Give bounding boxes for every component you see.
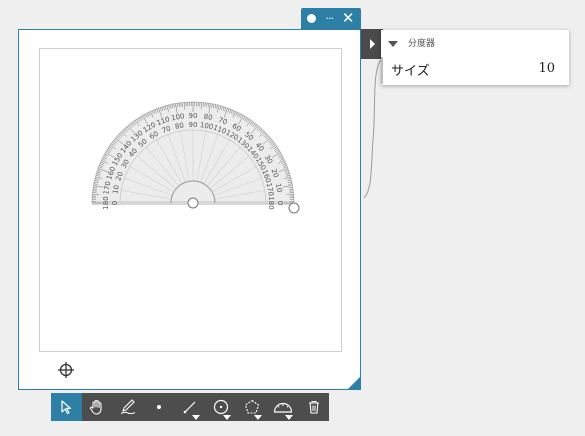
close-icon[interactable]: ✕: [342, 11, 355, 26]
circle-tool-button[interactable]: [205, 393, 236, 421]
delete-tool-button[interactable]: [298, 393, 329, 421]
point-tool-button[interactable]: [144, 393, 175, 421]
protractor-inner-label: 180: [267, 196, 275, 209]
more-icon[interactable]: ···: [325, 13, 333, 24]
protractor-outer-label: 90: [189, 112, 198, 120]
protractor-rotate-handle: [288, 202, 300, 214]
protractor[interactable]: 0102030405060708090100110120130140150160…: [40, 49, 343, 353]
panel-toggle-button[interactable]: [361, 29, 383, 59]
circle-icon: [213, 399, 228, 415]
protractor-outer-label: 0: [276, 201, 284, 205]
size-value[interactable]: 10: [538, 61, 555, 76]
dropdown-arrow-icon[interactable]: [192, 415, 201, 420]
section-header[interactable]: 分度器: [388, 36, 435, 49]
section-title: 分度器: [408, 39, 436, 49]
pen-icon: [120, 399, 136, 415]
protractor-outer-label: 10: [274, 183, 283, 193]
protractor-inner-label: 80: [174, 121, 184, 130]
pointer-icon: [61, 400, 72, 415]
window-title-tab[interactable]: ··· ✕: [301, 8, 361, 29]
protractor-inner-label: 10: [111, 184, 120, 194]
dropdown-arrow-icon[interactable]: [223, 415, 232, 420]
line-icon: [183, 401, 196, 414]
toolbar: [51, 393, 329, 421]
protractor-inner-label: 0: [111, 201, 119, 205]
chevron-right-icon: [369, 39, 375, 49]
polygon-tool-button[interactable]: [236, 393, 267, 421]
line-tool-button[interactable]: [175, 393, 206, 421]
protractor-center-handle: [187, 197, 199, 209]
pan-tool-button[interactable]: [82, 393, 113, 421]
pen-tool-button[interactable]: [113, 393, 144, 421]
resize-grip[interactable]: [348, 377, 360, 389]
divider: [381, 57, 383, 84]
size-label: サイズ: [391, 64, 430, 79]
chevron-down-icon[interactable]: [388, 41, 398, 47]
point-icon: [157, 405, 162, 409]
protractor-outer-label: 80: [203, 113, 213, 122]
select-tool-button[interactable]: [51, 393, 82, 421]
protractor-outer-label: 180: [102, 196, 110, 209]
dropdown-arrow-icon[interactable]: [254, 415, 263, 420]
protractor-icon: [273, 402, 292, 413]
dot-icon[interactable]: [307, 14, 317, 23]
drawing-canvas[interactable]: 0 10 20 30 40 50 60 70 80 90 100 110 120 130 140 150 160…: [39, 48, 342, 352]
hand-icon: [90, 399, 102, 415]
properties-panel: 分度器 サイズ 10: [381, 30, 569, 85]
protractor-inner-label: 90: [189, 121, 198, 129]
polygon-icon: [244, 399, 259, 414]
protractor-tool-button[interactable]: [267, 393, 298, 421]
dropdown-arrow-icon[interactable]: [285, 415, 294, 420]
crosshair-icon[interactable]: [57, 361, 75, 379]
trash-icon: [308, 400, 319, 414]
protractor-window: 0 10 20 30 40 50 60 70 80 90 100 110 120 130 140 150 160…: [18, 29, 361, 390]
